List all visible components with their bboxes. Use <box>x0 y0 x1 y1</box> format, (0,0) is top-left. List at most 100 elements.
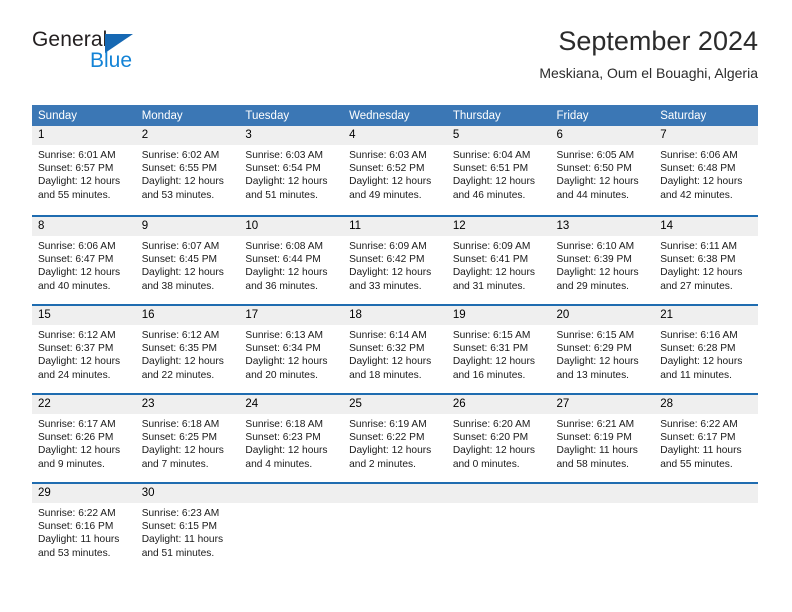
daylight-text-line2: and 20 minutes. <box>245 369 318 381</box>
daylight-text-line2: and 11 minutes. <box>660 369 732 381</box>
day-cell-2[interactable]: 2 Sunrise: 6:02 AM Sunset: 6:55 PM Daylight… <box>135 126 240 215</box>
day-number: 13 <box>550 217 655 236</box>
day-cell-7[interactable]: 7 Sunrise: 6:06 AM Sunset: 6:48 PM Daylight… <box>654 126 758 215</box>
sunset-text: Sunset: 6:31 PM <box>452 343 529 355</box>
sunset-text: Sunset: 6:25 PM <box>141 432 218 444</box>
weekday-header-monday: Monday <box>135 105 240 126</box>
calendar-cell: 12 Sunrise: 6:09 AM Sunset: 6:41 PM Dayligh… <box>446 215 551 304</box>
day-cell-14[interactable]: 14 Sunrise: 6:11 AM Sunset: 6:38 PM Dayligh… <box>654 215 758 304</box>
day-cell-13[interactable]: 13 Sunrise: 6:10 AM Sunset: 6:39 PM Dayligh… <box>550 215 655 304</box>
day-cell-25[interactable]: 25 Sunrise: 6:19 AM Sunset: 6:22 PM Dayligh… <box>343 393 447 482</box>
day-cell-9[interactable]: 9 Sunrise: 6:07 AM Sunset: 6:45 PM Daylight… <box>135 215 240 304</box>
calendar-cell <box>550 482 655 571</box>
day-number: 17 <box>239 306 344 325</box>
daylight-text-line1: Daylight: 12 hours <box>452 445 535 457</box>
day-cell-5[interactable]: 5 Sunrise: 6:04 AM Sunset: 6:51 PM Daylight… <box>446 126 551 215</box>
daylight-text-line1: Daylight: 12 hours <box>556 176 639 188</box>
calendar-cell: 7 Sunrise: 6:06 AM Sunset: 6:48 PM Daylight… <box>654 126 758 215</box>
calendar-cell <box>343 482 447 571</box>
day-cell-21[interactable]: 21 Sunrise: 6:16 AM Sunset: 6:28 PM Dayligh… <box>654 304 758 393</box>
day-number: 23 <box>135 395 240 414</box>
day-cell-15[interactable]: 15 Sunrise: 6:12 AM Sunset: 6:37 PM Dayligh… <box>32 304 136 393</box>
day-cell-6[interactable]: 6 Sunrise: 6:05 AM Sunset: 6:50 PM Daylight… <box>550 126 655 215</box>
day-cell-11[interactable]: 11 Sunrise: 6:09 AM Sunset: 6:42 PM Dayligh… <box>343 215 447 304</box>
day-cell-4[interactable]: 4 Sunrise: 6:03 AM Sunset: 6:52 PM Daylight… <box>343 126 447 215</box>
daylight-text-line2: and 49 minutes. <box>349 189 422 201</box>
sunset-text: Sunset: 6:39 PM <box>556 254 632 266</box>
daylight-text-line2: and 24 minutes. <box>38 369 111 381</box>
calendar-cell: 9 Sunrise: 6:07 AM Sunset: 6:45 PM Daylight… <box>135 215 240 304</box>
calendar-cell <box>654 482 758 571</box>
day-number: 5 <box>446 126 551 145</box>
day-cell-16[interactable]: 16 Sunrise: 6:12 AM Sunset: 6:35 PM Dayligh… <box>135 304 240 393</box>
day-cell-22[interactable]: 22 Sunrise: 6:17 AM Sunset: 6:26 PM Dayligh… <box>32 393 136 482</box>
calendar-cell: 26 Sunrise: 6:20 AM Sunset: 6:20 PM Dayligh… <box>446 393 551 482</box>
calendar-cell <box>239 482 344 571</box>
day-cell-1[interactable]: 1 Sunrise: 6:01 AM Sunset: 6:57 PM Daylight… <box>32 126 136 215</box>
daylight-text-line1: Daylight: 12 hours <box>38 267 121 279</box>
sun-info: Sunrise: 6:21 AM Sunset: 6:19 PM Daylight:… <box>551 414 655 471</box>
day-cell-8[interactable]: 8 Sunrise: 6:06 AM Sunset: 6:47 PM Daylight… <box>32 215 136 304</box>
daylight-text-line1: Daylight: 12 hours <box>38 445 121 457</box>
sun-info: Sunrise: 6:07 AM Sunset: 6:45 PM Daylight:… <box>136 236 240 293</box>
day-cell-20[interactable]: 20 Sunrise: 6:15 AM Sunset: 6:29 PM Dayligh… <box>550 304 655 393</box>
calendar-header-row: Sunday Monday Tuesday Wednesday Thursday Frid… <box>32 105 758 126</box>
calendar-cell: 6 Sunrise: 6:05 AM Sunset: 6:50 PM Daylight… <box>550 126 655 215</box>
sunset-text: Sunset: 6:20 PM <box>452 432 529 444</box>
day-cell-10[interactable]: 10 Sunrise: 6:08 AM Sunset: 6:44 PM Dayligh… <box>239 215 344 304</box>
sunrise-text: Sunrise: 6:08 AM <box>245 241 323 252</box>
sunset-text: Sunset: 6:16 PM <box>38 521 114 533</box>
day-cell-3[interactable]: 3 Sunrise: 6:03 AM Sunset: 6:54 PM Daylight… <box>239 126 344 215</box>
daylight-text-line1: Daylight: 11 hours <box>141 534 224 546</box>
sunset-text: Sunset: 6:19 PM <box>556 432 632 444</box>
day-number <box>239 484 344 503</box>
calendar-page: General Blue September 2024 Meskiana, Ou… <box>0 0 792 612</box>
daylight-text-line1: Daylight: 12 hours <box>38 176 121 188</box>
daylight-text-line1: Daylight: 11 hours <box>556 445 638 457</box>
day-cell-19[interactable]: 19 Sunrise: 6:15 AM Sunset: 6:31 PM Dayligh… <box>446 304 551 393</box>
weekday-header-wednesday: Wednesday <box>343 105 447 126</box>
day-cell-28[interactable]: 28 Sunrise: 6:22 AM Sunset: 6:17 PM Dayligh… <box>654 393 758 482</box>
sunset-text: Sunset: 6:45 PM <box>141 254 218 266</box>
day-number: 1 <box>32 126 136 145</box>
daylight-text-line2: and 31 minutes. <box>452 280 526 292</box>
sun-info: Sunrise: 6:15 AM Sunset: 6:29 PM Daylight:… <box>551 325 655 382</box>
day-number: 11 <box>343 217 447 236</box>
calendar-cell: 17 Sunrise: 6:13 AM Sunset: 6:34 PM Dayligh… <box>239 304 344 393</box>
sunrise-text: Sunrise: 6:15 AM <box>452 330 531 341</box>
daylight-text-line2: and 22 minutes. <box>141 369 215 381</box>
day-cell-12[interactable]: 12 Sunrise: 6:09 AM Sunset: 6:41 PM Dayligh… <box>446 215 551 304</box>
day-cell-30[interactable]: 30 Sunrise: 6:23 AM Sunset: 6:15 PM Dayligh… <box>135 482 240 571</box>
daylight-text-line2: and 0 minutes. <box>452 458 520 470</box>
daylight-text-line1: Daylight: 12 hours <box>556 356 639 368</box>
daylight-text-line1: Daylight: 12 hours <box>660 356 743 368</box>
sun-info: Sunrise: 6:05 AM Sunset: 6:50 PM Daylight:… <box>551 145 655 202</box>
calendar-cell: 25 Sunrise: 6:19 AM Sunset: 6:22 PM Dayligh… <box>343 393 447 482</box>
weekday-header-row: Sunday Monday Tuesday Wednesday Thursday Frid… <box>32 105 758 126</box>
daylight-text-line2: and 58 minutes. <box>556 458 630 470</box>
calendar-cell: 5 Sunrise: 6:04 AM Sunset: 6:51 PM Daylight… <box>446 126 551 215</box>
day-cell-18[interactable]: 18 Sunrise: 6:14 AM Sunset: 6:32 PM Dayligh… <box>343 304 447 393</box>
day-cell-29[interactable]: 29 Sunrise: 6:22 AM Sunset: 6:16 PM Dayligh… <box>32 482 136 571</box>
calendar-week-row: 15 Sunrise: 6:12 AM Sunset: 6:37 PM Dayligh… <box>32 304 758 393</box>
sun-info: Sunrise: 6:22 AM Sunset: 6:17 PM Daylight:… <box>654 414 758 471</box>
day-number: 3 <box>239 126 344 145</box>
daylight-text-line1: Daylight: 12 hours <box>452 356 535 368</box>
day-cell-24[interactable]: 24 Sunrise: 6:18 AM Sunset: 6:23 PM Dayligh… <box>239 393 344 482</box>
sunrise-text: Sunrise: 6:05 AM <box>556 150 635 161</box>
daylight-text-line2: and 16 minutes. <box>452 369 526 381</box>
sunset-text: Sunset: 6:29 PM <box>556 343 632 355</box>
general-blue-logo[interactable]: General Blue <box>32 28 162 84</box>
day-number: 10 <box>239 217 344 236</box>
day-number <box>550 484 655 503</box>
day-cell-26[interactable]: 26 Sunrise: 6:20 AM Sunset: 6:20 PM Dayligh… <box>446 393 551 482</box>
day-cell-17[interactable]: 17 Sunrise: 6:13 AM Sunset: 6:34 PM Dayligh… <box>239 304 344 393</box>
sunrise-text: Sunrise: 6:18 AM <box>141 419 220 430</box>
daylight-text-line2: and 18 minutes. <box>349 369 422 381</box>
sunrise-text: Sunrise: 6:19 AM <box>349 419 427 430</box>
day-cell-27[interactable]: 27 Sunrise: 6:21 AM Sunset: 6:19 PM Dayligh… <box>550 393 655 482</box>
daylight-text-line1: Daylight: 12 hours <box>349 267 432 279</box>
sunset-text: Sunset: 6:34 PM <box>245 343 321 355</box>
day-cell-23[interactable]: 23 Sunrise: 6:18 AM Sunset: 6:25 PM Dayligh… <box>135 393 240 482</box>
weekday-header-tuesday: Tuesday <box>239 105 344 126</box>
